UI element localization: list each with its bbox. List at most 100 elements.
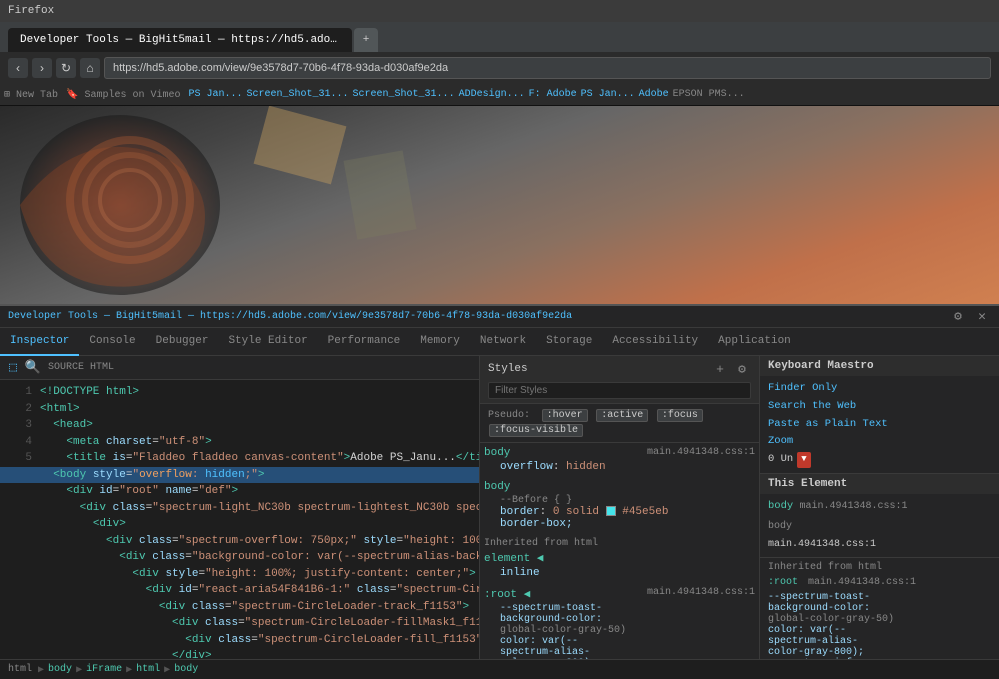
overflow-badge: ▼ — [797, 452, 810, 468]
css-var-item-4: color: var(-- — [768, 625, 991, 636]
devtools-header-actions: ⚙ ✕ — [949, 308, 991, 326]
css-rule-source: main.4941348.css:1 — [647, 447, 755, 461]
inspector-toolbar: ⬚ 🔍 SOURCE HTML — [0, 356, 479, 380]
filter-styles-input[interactable] — [488, 382, 751, 399]
css-rule-inherited: Inherited from html element ◀ inline — [484, 538, 755, 579]
km-item-3[interactable]: Paste as Plain Text — [768, 416, 991, 434]
home-button[interactable]: ⌂ — [80, 58, 100, 78]
css-selector-body: body — [484, 447, 510, 459]
bookmark-5[interactable]: F: Adobe — [529, 89, 577, 100]
html-line-fill1b: <div class="spectrum-CircleLoader-fill_f… — [0, 632, 479, 649]
css-selector-root: :root ◀ — [484, 587, 530, 601]
css-add-rule-icon[interactable]: + — [711, 360, 729, 378]
html-line-fill1c: </div> — [0, 648, 479, 659]
tab-network[interactable]: Network — [470, 328, 536, 356]
tab-debugger-label: Debugger — [156, 335, 209, 347]
bookmark-6[interactable]: PS Jan... — [581, 89, 635, 100]
reload-button[interactable]: ↻ — [56, 58, 76, 78]
devtools-title: Developer Tools — BigHit5mail — https://… — [8, 311, 572, 322]
tab-style-editor-label: Style Editor — [228, 335, 307, 347]
pseudo-states-section: Pseudo: :hover :active :focus :focus-vis… — [480, 404, 759, 443]
css-rule-root-header: :root ◀ main.4941348.css:1 — [484, 587, 755, 603]
search-icon[interactable]: 🔍 — [24, 359, 42, 377]
bookmarks-label: ⊞ New Tab — [4, 89, 58, 101]
address-bar[interactable] — [104, 57, 991, 79]
tab-style-editor[interactable]: Style Editor — [218, 328, 317, 356]
css-panel-icons: + ⚙ — [711, 360, 751, 378]
breadcrumb-item-4[interactable]: body — [174, 664, 198, 675]
html-line-div6: <div style="height: 100%; justify-conten… — [0, 566, 479, 583]
forward-button[interactable]: › — [32, 58, 52, 78]
bookmark-7[interactable]: Adobe — [639, 89, 669, 100]
pseudo-focus[interactable]: :focus — [657, 409, 703, 422]
bookmark-2[interactable]: Screen_Shot_31... — [247, 89, 349, 100]
css-prop-inherited-inline: inline — [484, 567, 755, 579]
html-line-1: 1<!DOCTYPE html> — [0, 384, 479, 401]
element-section: This Element body main.4941348.css:1 bod… — [760, 474, 999, 659]
css-selector-body2: body — [484, 481, 755, 493]
css-prop-box: border-box; — [484, 518, 755, 530]
html-line-div2: <div class="spectrum-light_NC30b spectru… — [0, 500, 479, 517]
browser-tab-active[interactable]: Developer Tools — BigHit5mail — https://… — [8, 28, 352, 52]
browser-tabs: Developer Tools — BigHit5mail — https://… — [0, 22, 999, 52]
root-source: main.4941348.css:1 — [808, 577, 916, 588]
css-panel-title: Styles — [488, 363, 528, 375]
css-root-source: main.4941348.css:1 — [647, 587, 755, 603]
css-var-2: background-color: — [484, 614, 755, 625]
tab-console[interactable]: Console — [79, 328, 145, 356]
html-line-circle: <div id="react-aria54F841B6-1:" class="s… — [0, 582, 479, 599]
tab-performance[interactable]: Performance — [318, 328, 411, 356]
km-item-5[interactable]: 0 Un ▼ — [768, 451, 991, 469]
browser-nav: ‹ › ↻ ⌂ — [0, 52, 999, 84]
viewport-art — [0, 106, 999, 304]
css-panel: Styles + ⚙ Pseudo: :hover :active — [479, 356, 759, 659]
css-var-item-6: color-gray-800); — [768, 647, 991, 658]
devtools-header: Developer Tools — BigHit5mail — https://… — [0, 306, 999, 328]
css-var-1: --spectrum-toast- — [484, 603, 755, 614]
settings-icon[interactable]: ⚙ — [949, 308, 967, 326]
tab-debugger[interactable]: Debugger — [146, 328, 219, 356]
km-item-4[interactable]: Zoom — [768, 433, 991, 451]
km-item-1[interactable]: Finder Only — [768, 380, 991, 398]
tab-inspector[interactable]: Inspector — [0, 328, 79, 356]
css-var-3: global-color-gray-50) — [484, 625, 755, 636]
inherited-label: Inherited from html — [484, 538, 755, 549]
breadcrumb-sep-3: ▶ — [126, 664, 132, 676]
breadcrumb-item-2[interactable]: iFrame — [86, 664, 122, 675]
bookmark-4[interactable]: ADDesign... — [459, 89, 525, 100]
element-tag: body main.4941348.css:1 — [768, 498, 991, 515]
html-line-div1: <div id="root" name="def"> — [0, 483, 479, 500]
bookmark-3[interactable]: Screen_Shot_31... — [353, 89, 455, 100]
browser-tab-label: Developer Tools — BigHit5mail — https://… — [20, 34, 340, 46]
breadcrumb-label: html — [8, 664, 32, 675]
css-rules-content: body main.4941348.css:1 overflow: hidden… — [480, 443, 759, 659]
css-panel-title-row: Styles + ⚙ — [488, 360, 751, 378]
pseudo-label: Pseudo: — [488, 410, 530, 421]
close-devtools-icon[interactable]: ✕ — [973, 308, 991, 326]
pseudo-active[interactable]: :active — [596, 409, 648, 422]
css-var-item-2: background-color: — [768, 603, 991, 614]
bookmark-1[interactable]: PS Jan... — [189, 89, 243, 100]
pseudo-hover[interactable]: :hover — [542, 409, 588, 422]
km-section: Keyboard Maestro Finder Only Search the … — [760, 356, 999, 474]
breadcrumb-item-1[interactable]: body — [48, 664, 72, 675]
tab-application[interactable]: Application — [708, 328, 801, 356]
breadcrumb-sep-2: ▶ — [76, 664, 82, 676]
css-panel-header: Styles + ⚙ — [480, 356, 759, 404]
back-button[interactable]: ‹ — [8, 58, 28, 78]
tab-storage[interactable]: Storage — [536, 328, 602, 356]
tab-memory[interactable]: Memory — [410, 328, 470, 356]
km-item-2[interactable]: Search the Web — [768, 398, 991, 416]
html-line-div5: <div class="background-color: var(--spec… — [0, 549, 479, 566]
browser-tab-new[interactable]: + — [354, 28, 378, 52]
pseudo-focus-visible[interactable]: :focus-visible — [489, 424, 583, 437]
css-settings-icon[interactable]: ⚙ — [733, 360, 751, 378]
css-var-5: spectrum-alias- — [484, 647, 755, 658]
devtools-title-link[interactable]: Developer Tools — BigHit5mail — https://… — [8, 311, 572, 322]
html-line-2: 2<html> — [0, 401, 479, 418]
tab-accessibility[interactable]: Accessibility — [602, 328, 708, 356]
breadcrumb-item-3[interactable]: html — [136, 664, 160, 675]
source-label: SOURCE HTML — [44, 362, 118, 373]
element-content: body main.4941348.css:1 body main.494134… — [760, 494, 999, 557]
pick-element-icon[interactable]: ⬚ — [4, 359, 22, 377]
